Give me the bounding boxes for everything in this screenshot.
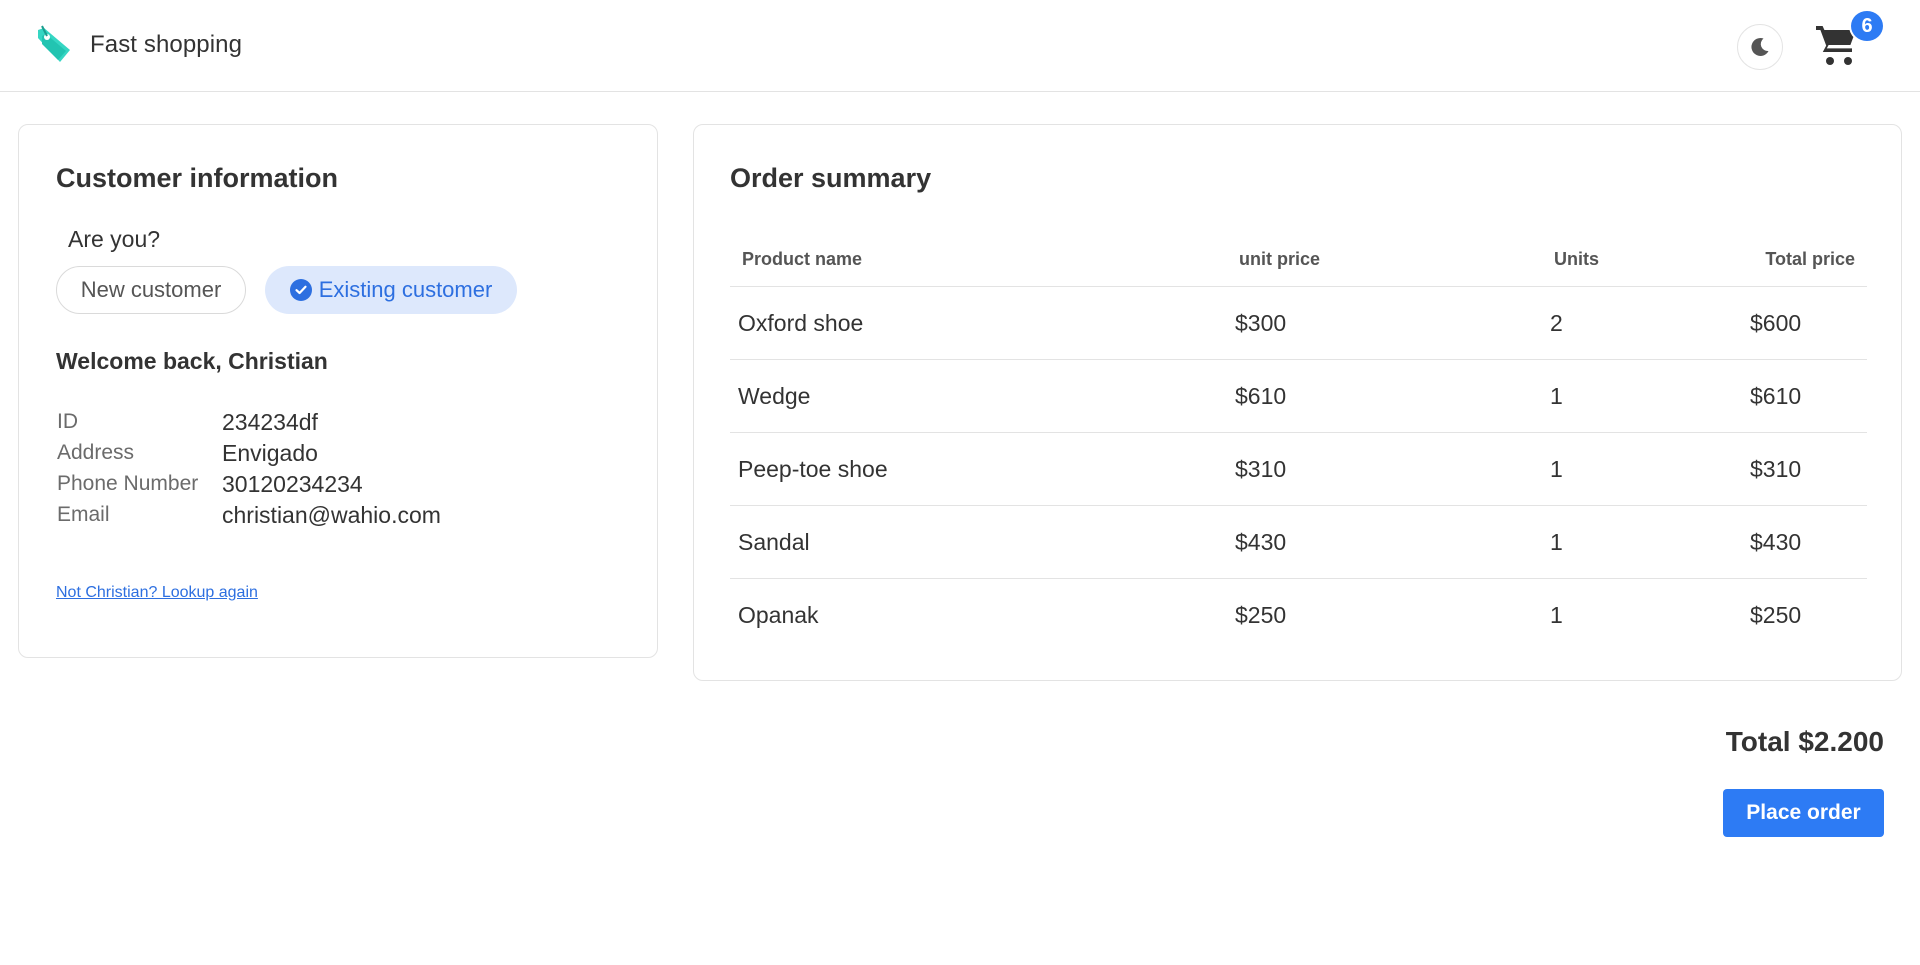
place-order-button[interactable]: Place order <box>1723 789 1884 837</box>
customer-field-email: Email christian@wahio.com <box>57 501 441 529</box>
order-card-title: Order summary <box>730 163 932 193</box>
welcome-message: Welcome back, Christian <box>56 348 328 374</box>
field-label: Email <box>57 503 110 526</box>
new-customer-option[interactable]: New customer <box>56 266 246 314</box>
table-row: Wedge $610 1 $610 <box>730 360 1867 433</box>
total-price: $600 <box>1750 309 1802 336</box>
units: 2 <box>1550 309 1563 336</box>
units: 1 <box>1550 382 1563 409</box>
table-row: Peep-toe shoe $310 1 $310 <box>730 433 1867 506</box>
total-price: $610 <box>1750 382 1802 409</box>
unit-price: $430 <box>1235 528 1287 555</box>
product-name: Opanak <box>738 602 819 628</box>
theme-toggle-button[interactable] <box>1737 24 1783 70</box>
customer-field-id: ID 234234df <box>57 408 318 436</box>
order-total: Total $2.200 <box>1725 726 1884 757</box>
field-value: christian@wahio.com <box>222 501 441 528</box>
moon-icon <box>1751 37 1769 56</box>
units: 1 <box>1550 455 1563 482</box>
column-header-product-name: Product name <box>742 249 863 269</box>
total-price: $430 <box>1750 528 1802 555</box>
column-header-unit-price: unit price <box>1239 249 1321 269</box>
product-name: Peep-toe shoe <box>738 455 888 482</box>
product-name: Wedge <box>738 382 811 409</box>
existing-customer-label: Existing customer <box>318 277 493 302</box>
units: 1 <box>1550 602 1563 628</box>
field-value: Envigado <box>222 439 318 466</box>
customer-type-question: Are you? <box>68 226 161 252</box>
table-row: Sandal $430 1 $430 <box>730 506 1867 579</box>
column-header-units: Units <box>1554 249 1599 269</box>
order-table-header: Product name unit price Units Total pric… <box>730 233 1867 287</box>
order-summary-card: Order summary Product name unit price Un… <box>693 124 1902 681</box>
unit-price: $300 <box>1235 309 1287 336</box>
table-row: Oxford shoe $300 2 $600 <box>730 287 1867 360</box>
unit-price: $250 <box>1235 602 1287 628</box>
cart-count-badge: 6 <box>1849 9 1885 43</box>
total-price: $250 <box>1750 602 1802 628</box>
new-customer-label: New customer <box>80 277 222 302</box>
brand-logo[interactable]: Fast shopping <box>34 24 242 66</box>
product-name: Oxford shoe <box>738 309 864 336</box>
product-name: Sandal <box>738 528 810 555</box>
field-label: Phone Number <box>57 472 199 495</box>
column-header-total-price: Total price <box>1765 249 1855 269</box>
customer-information-card: Customer information Are you? New custom… <box>18 124 658 658</box>
customer-field-address: Address Envigado <box>57 439 318 467</box>
customer-card-title: Customer information <box>56 163 339 193</box>
unit-price: $610 <box>1235 382 1287 409</box>
field-value: 234234df <box>222 408 318 435</box>
existing-customer-option[interactable]: Existing customer <box>265 266 517 314</box>
total-price: $310 <box>1750 455 1802 482</box>
unit-price: $310 <box>1235 455 1287 482</box>
customer-field-phone: Phone Number 30120234234 <box>57 470 363 498</box>
price-tag-icon <box>38 25 70 62</box>
brand-name: Fast shopping <box>90 31 243 58</box>
check-circle-icon <box>289 279 312 301</box>
field-label: ID <box>57 410 78 433</box>
top-header: Fast shopping 6 <box>0 0 1920 92</box>
field-value: 30120234234 <box>222 470 363 497</box>
lookup-again-link[interactable]: Not Christian? Lookup again <box>56 584 258 602</box>
units: 1 <box>1550 528 1563 555</box>
table-row: Opanak $250 1 $250 <box>730 579 1867 652</box>
field-label: Address <box>57 441 135 464</box>
